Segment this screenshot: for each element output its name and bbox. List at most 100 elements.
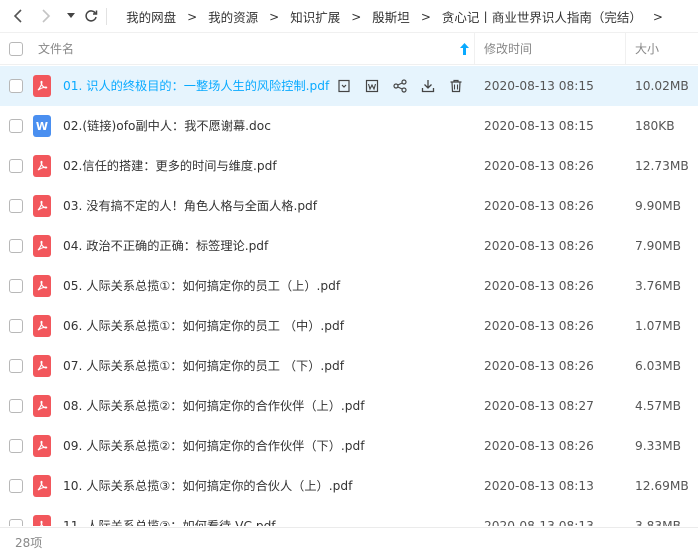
caret-down-icon xyxy=(67,13,75,18)
share-button[interactable] xyxy=(390,76,410,96)
file-date: 2020-08-13 08:26 xyxy=(484,279,594,293)
row-checkbox[interactable] xyxy=(9,519,23,526)
row-checkbox[interactable] xyxy=(9,399,23,413)
file-row[interactable]: 11. 人际关系总揽③：如何看待 VC.pdf 2020-08-13 08:13… xyxy=(0,506,698,526)
file-size: 12.69MB xyxy=(635,479,689,493)
row-checkbox[interactable] xyxy=(9,79,23,93)
item-count: 28项 xyxy=(15,536,43,550)
column-divider[interactable] xyxy=(625,33,626,65)
column-header-name[interactable]: 文件名 xyxy=(38,33,74,65)
pdf-file-icon xyxy=(33,75,51,97)
file-date: 2020-08-13 08:13 xyxy=(484,479,594,493)
column-header-modified[interactable]: 修改时间 xyxy=(484,33,532,65)
file-name[interactable]: 07. 人际关系总揽①：如何搞定你的员工 （下）.pdf xyxy=(63,346,344,386)
file-row[interactable]: 10. 人际关系总揽③：如何搞定你的合伙人（上）.pdf 2020-08-13 … xyxy=(0,466,698,506)
row-checkbox[interactable] xyxy=(9,439,23,453)
file-name[interactable]: 03. 没有搞不定的人！角色人格与全面人格.pdf xyxy=(63,186,317,226)
pdf-file-icon xyxy=(33,515,51,526)
column-header-size[interactable]: 大小 xyxy=(635,33,659,65)
delete-button[interactable] xyxy=(446,76,466,96)
chevron-right-icon xyxy=(42,9,51,23)
file-date: 2020-08-13 08:26 xyxy=(484,319,594,333)
refresh-button[interactable] xyxy=(82,7,100,25)
row-checkbox[interactable] xyxy=(9,199,23,213)
breadcrumb-item-current-folder[interactable]: 贪心记丨商业世界识人指南（完结） xyxy=(442,7,642,26)
share-icon xyxy=(393,79,407,93)
file-size: 6.03MB xyxy=(635,359,682,373)
select-all-checkbox[interactable] xyxy=(9,42,23,56)
file-size: 1.07MB xyxy=(635,319,682,333)
file-date: 2020-08-13 08:26 xyxy=(484,239,594,253)
file-date: 2020-08-13 08:26 xyxy=(484,199,594,213)
file-date: 2020-08-13 08:26 xyxy=(484,439,594,453)
file-size: 9.90MB xyxy=(635,199,682,213)
breadcrumb-separator: > xyxy=(420,9,431,24)
trash-icon xyxy=(450,79,462,93)
forward-button[interactable] xyxy=(37,7,55,25)
download-button[interactable] xyxy=(418,76,438,96)
breadcrumb-item-my-drive[interactable]: 我的网盘 xyxy=(126,7,176,26)
file-name[interactable]: 09. 人际关系总揽②：如何搞定你的合作伙伴（下）.pdf xyxy=(63,426,365,466)
row-checkbox[interactable] xyxy=(9,359,23,373)
file-row[interactable]: 05. 人际关系总揽①：如何搞定你的员工（上）.pdf 2020-08-13 0… xyxy=(0,266,698,306)
file-row[interactable]: 09. 人际关系总揽②：如何搞定你的合作伙伴（下）.pdf 2020-08-13… xyxy=(0,426,698,466)
breadcrumb-item-author[interactable]: 殷斯坦 xyxy=(372,7,410,26)
history-dropdown-button[interactable] xyxy=(62,7,80,25)
file-size: 12.73MB xyxy=(635,159,689,173)
file-date: 2020-08-13 08:26 xyxy=(484,159,594,173)
file-size: 10.02MB xyxy=(635,79,689,93)
file-name[interactable]: 11. 人际关系总揽③：如何看待 VC.pdf xyxy=(63,506,276,526)
file-name[interactable]: 02.(链接)ofo副中人：我不愿谢幕.doc xyxy=(63,106,271,146)
navigation-bar: > 我的网盘 > 我的资源 > 知识扩展 > 殷斯坦 > 贪心记丨商业世界识人指… xyxy=(0,0,698,33)
row-checkbox[interactable] xyxy=(9,119,23,133)
file-date: 2020-08-13 08:13 xyxy=(484,519,594,526)
back-button[interactable] xyxy=(9,7,27,25)
file-row[interactable]: 02.信任的搭建：更多的时间与维度.pdf 2020-08-13 08:26 1… xyxy=(0,146,698,186)
file-name[interactable]: 02.信任的搭建：更多的时间与维度.pdf xyxy=(63,146,277,186)
file-name[interactable]: 01. 识人的终极目的：一整场人生的风险控制.pdf xyxy=(63,66,329,106)
row-checkbox[interactable] xyxy=(9,239,23,253)
pdf-file-icon xyxy=(33,235,51,257)
file-date: 2020-08-13 08:26 xyxy=(484,359,594,373)
word-convert-button[interactable] xyxy=(362,76,382,96)
file-list-header: 文件名 修改时间 大小 xyxy=(0,33,698,65)
row-actions xyxy=(334,76,466,96)
file-name[interactable]: 10. 人际关系总揽③：如何搞定你的合伙人（上）.pdf xyxy=(63,466,352,506)
file-list: 01. 识人的终极目的：一整场人生的风险控制.pdf 2020-08-13 08… xyxy=(0,66,698,526)
column-divider[interactable] xyxy=(474,33,475,65)
file-row[interactable]: 03. 没有搞不定的人！角色人格与全面人格.pdf 2020-08-13 08:… xyxy=(0,186,698,226)
breadcrumb-separator: > xyxy=(187,9,198,24)
row-checkbox[interactable] xyxy=(9,479,23,493)
pdf-file-icon xyxy=(33,435,51,457)
open-file-icon xyxy=(338,79,350,93)
pdf-file-icon xyxy=(33,395,51,417)
row-checkbox[interactable] xyxy=(9,319,23,333)
file-row[interactable]: 06. 人际关系总揽①：如何搞定你的员工 （中）.pdf 2020-08-13 … xyxy=(0,306,698,346)
file-name[interactable]: 06. 人际关系总揽①：如何搞定你的员工 （中）.pdf xyxy=(63,306,344,346)
file-date: 2020-08-13 08:15 xyxy=(484,79,594,93)
breadcrumb-separator: > xyxy=(269,9,280,24)
file-row[interactable]: 08. 人际关系总揽②：如何搞定你的合作伙伴（上）.pdf 2020-08-13… xyxy=(0,386,698,426)
file-name[interactable]: 05. 人际关系总揽①：如何搞定你的员工（上）.pdf xyxy=(63,266,340,306)
file-row[interactable]: 01. 识人的终极目的：一整场人生的风险控制.pdf 2020-08-13 08… xyxy=(0,66,698,106)
file-name[interactable]: 08. 人际关系总揽②：如何搞定你的合作伙伴（上）.pdf xyxy=(63,386,365,426)
pdf-file-icon xyxy=(33,275,51,297)
file-date: 2020-08-13 08:15 xyxy=(484,119,594,133)
breadcrumb-item-knowledge[interactable]: 知识扩展 xyxy=(290,7,340,26)
file-row[interactable]: W 02.(链接)ofo副中人：我不愿谢幕.doc 2020-08-13 08:… xyxy=(0,106,698,146)
row-checkbox[interactable] xyxy=(9,279,23,293)
open-button[interactable] xyxy=(334,76,354,96)
breadcrumb-item-my-resources[interactable]: 我的资源 xyxy=(208,7,258,26)
file-date: 2020-08-13 08:27 xyxy=(484,399,594,413)
row-checkbox[interactable] xyxy=(9,159,23,173)
breadcrumb: > 我的网盘 > 我的资源 > 知识扩展 > 殷斯坦 > 贪心记丨商业世界识人指… xyxy=(106,0,674,33)
chevron-left-icon xyxy=(13,9,22,23)
sort-arrow-up-icon[interactable] xyxy=(460,43,469,58)
breadcrumb-separator: > xyxy=(652,9,663,24)
pdf-file-icon xyxy=(33,195,51,217)
file-size: 7.90MB xyxy=(635,239,682,253)
file-row[interactable]: 04. 政治不正确的正确：标签理论.pdf 2020-08-13 08:26 7… xyxy=(0,226,698,266)
pdf-file-icon xyxy=(33,155,51,177)
file-name[interactable]: 04. 政治不正确的正确：标签理论.pdf xyxy=(63,226,268,266)
file-row[interactable]: 07. 人际关系总揽①：如何搞定你的员工 （下）.pdf 2020-08-13 … xyxy=(0,346,698,386)
